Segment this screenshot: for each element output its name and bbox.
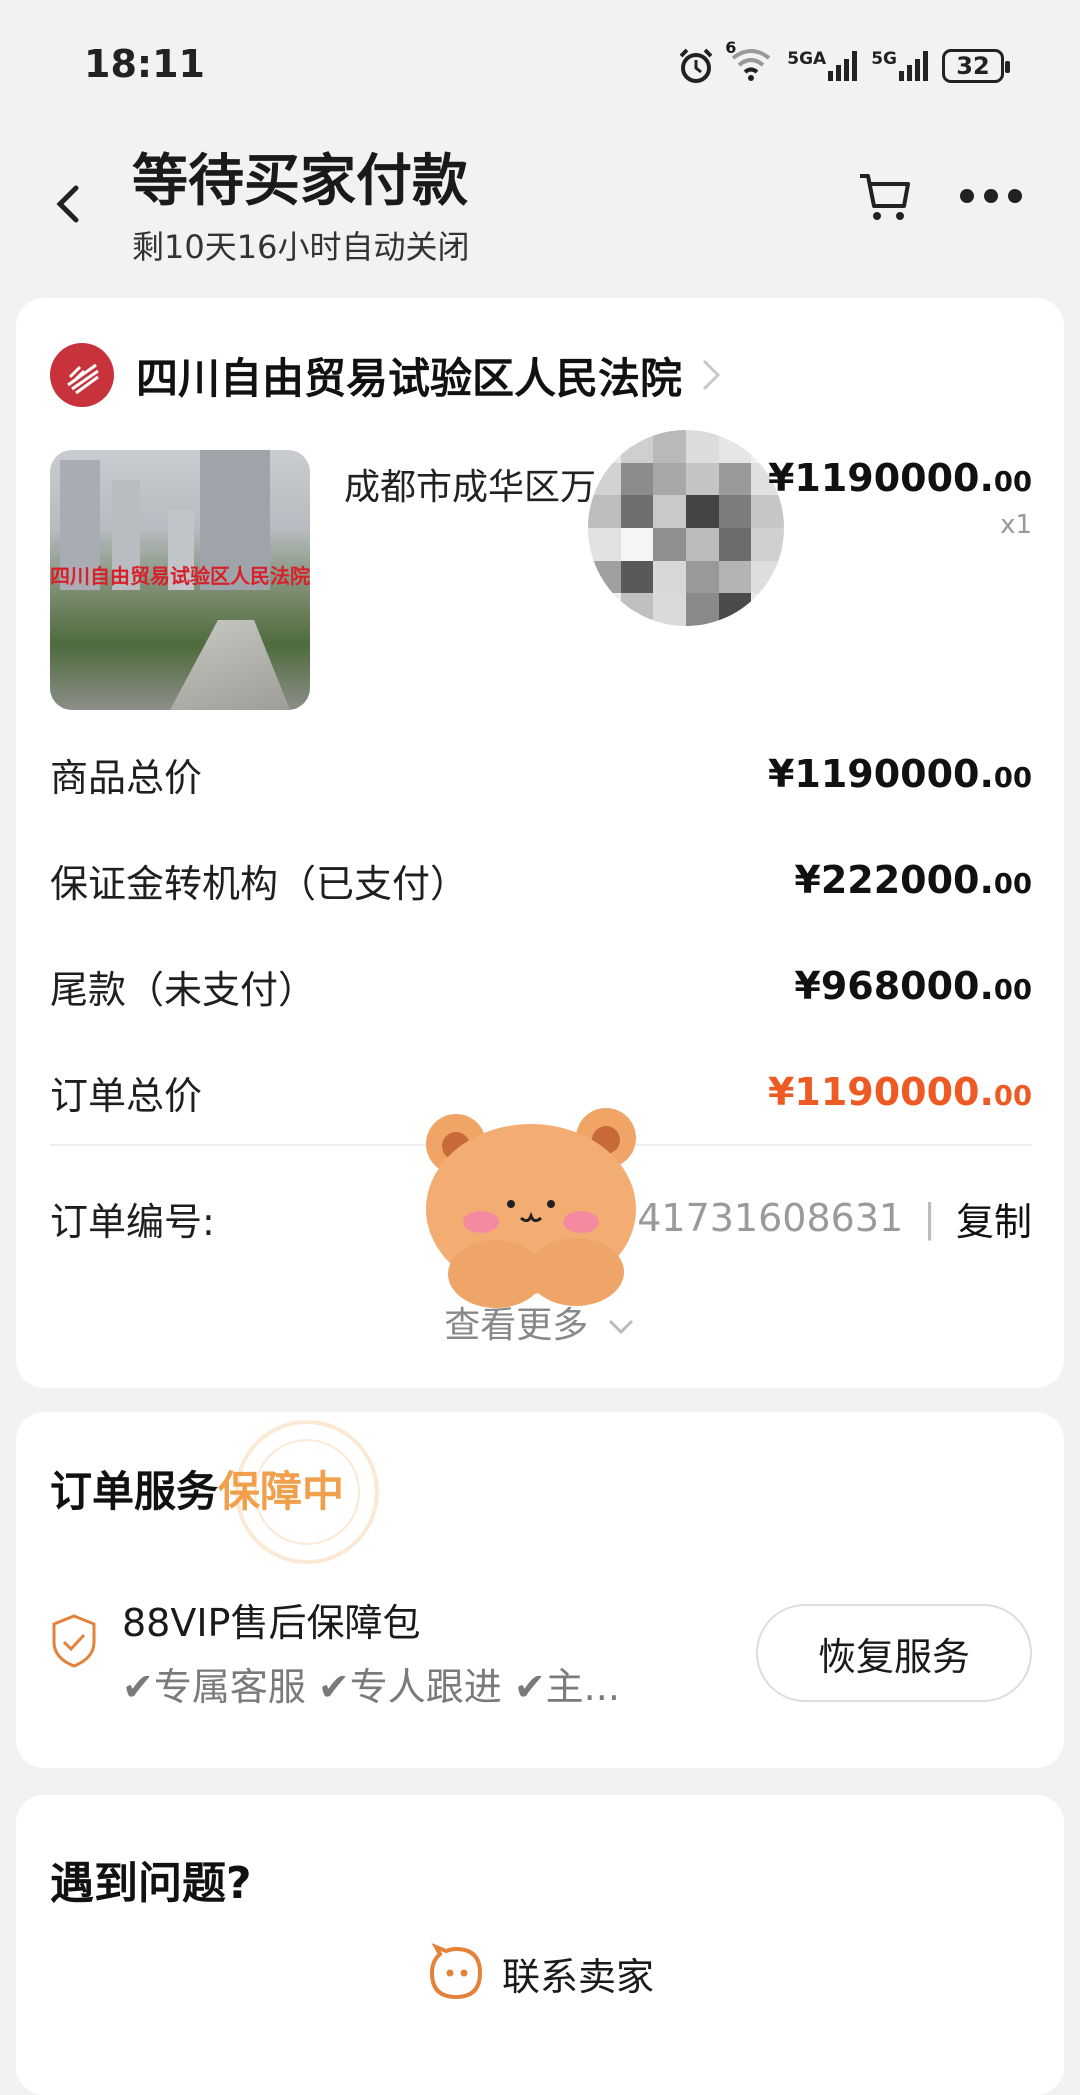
sim2-signal: 5G <box>871 51 928 81</box>
product-price-cents: 00 <box>993 467 1032 498</box>
summary-row-goods-total: 商品总价 ¥1190000.00 <box>50 744 1032 804</box>
summary-amount: ¥1190000.00 <box>768 752 1032 796</box>
page-title: 等待买家付款 <box>132 149 468 214</box>
help-card: 遇到问题? 联系卖家 <box>16 1795 1064 2095</box>
wifi-icon: 6 <box>725 38 773 86</box>
product-title[interactable]: 成都市成华区万 <box>344 458 594 510</box>
cart-icon[interactable] <box>854 166 914 226</box>
battery-indicator: 32 <box>942 49 1010 83</box>
status-bar: 18:11 6 5GA 5G 32 <box>0 0 1080 130</box>
product-price-main: ¥1190000. <box>767 456 994 500</box>
summary-amount: ¥968000.00 <box>794 964 1032 1008</box>
order-number-label: 订单编号: <box>50 1199 215 1244</box>
summary-label: 尾款（未支付） <box>50 967 317 1012</box>
service-title: 订单服务保障中 <box>50 1458 344 1519</box>
alarm-icon <box>679 48 713 83</box>
order-number: 741731608631 | 复制 <box>613 1191 1032 1246</box>
wifi-badge: 6 <box>725 38 737 57</box>
service-card: 订单服务保障中 88VIP售后保障包 ✔专属客服 ✔专人跟进 ✔主... 恢复服… <box>16 1412 1064 1768</box>
product-price: ¥1190000.00 <box>768 456 1032 500</box>
service-status-highlight: 保障中 <box>218 1467 345 1516</box>
summary-amount-cents: 00 <box>993 975 1032 1006</box>
bear-sticker <box>426 1108 636 1308</box>
contact-seller-button[interactable]: 联系卖家 <box>16 1943 1064 2003</box>
order-total-amount: ¥1190000.00 <box>768 1070 1032 1114</box>
product-image[interactable]: 四川自由贸易试验区人民法院 <box>50 450 310 710</box>
sim1-signal: 5GA <box>787 49 858 81</box>
more-icon[interactable] <box>960 186 1024 206</box>
restore-service-button[interactable]: 恢复服务 <box>756 1604 1032 1702</box>
chat-face-icon <box>429 1943 482 2000</box>
summary-amount-main: ¥1190000. <box>767 1070 994 1114</box>
summary-label: 订单总价 <box>50 1073 203 1118</box>
service-title-prefix: 订单服务 <box>50 1467 219 1516</box>
summary-amount-main: ¥1190000. <box>767 752 994 796</box>
shop-name: 四川自由贸易试验区人民法院 <box>136 353 683 403</box>
chevron-down-icon <box>608 1319 633 1335</box>
auto-close-countdown: 剩10天16小时自动关闭 <box>132 228 470 266</box>
copy-button[interactable]: 复制 <box>956 1191 1032 1246</box>
summary-amount-cents: 00 <box>993 869 1032 900</box>
summary-label: 商品总价 <box>50 755 203 800</box>
service-package-name: 88VIP售后保障包 <box>122 1601 421 1645</box>
summary-amount: ¥222000.00 <box>794 858 1032 902</box>
page-header: 等待买家付款 剩10天16小时自动关闭 <box>0 130 1080 280</box>
status-icons: 6 5GA 5G 32 <box>677 38 1010 88</box>
clock: 18:11 <box>84 42 205 86</box>
shop-link[interactable]: 四川自由贸易试验区人民法院 <box>50 342 722 408</box>
court-logo-icon <box>50 343 114 407</box>
order-card: 四川自由贸易试验区人民法院 四川自由贸易试验区人民法院 成都市成华区万 ¥119… <box>16 298 1064 1388</box>
product-quantity: x1 <box>1000 510 1032 540</box>
summary-label: 保证金转机构（已支付） <box>50 861 469 906</box>
summary-row-balance: 尾款（未支付） ¥968000.00 <box>50 956 1032 1016</box>
product-image-banner: 四川自由贸易试验区人民法院 <box>50 564 310 588</box>
sim2-label: 5G <box>871 49 897 69</box>
help-title: 遇到问题? <box>50 1858 252 1909</box>
chevron-right-icon <box>702 359 721 391</box>
summary-amount-cents: 00 <box>993 1081 1032 1112</box>
separator: | <box>923 1196 936 1240</box>
shield-check-icon <box>52 1614 96 1668</box>
service-package-features: ✔专属客服 ✔专人跟进 ✔主... <box>122 1665 620 1709</box>
sim1-label: 5GA <box>787 49 827 69</box>
back-arrow-icon[interactable] <box>48 174 88 234</box>
summary-amount-cents: 00 <box>993 763 1032 794</box>
contact-seller-label: 联系卖家 <box>501 1954 654 1999</box>
privacy-mosaic <box>588 430 784 626</box>
summary-row-deposit: 保证金转机构（已支付） ¥222000.00 <box>50 850 1032 910</box>
summary-amount-main: ¥968000. <box>794 964 994 1008</box>
summary-amount-main: ¥222000. <box>794 858 994 902</box>
order-number-value: 741731608631 <box>613 1196 904 1240</box>
